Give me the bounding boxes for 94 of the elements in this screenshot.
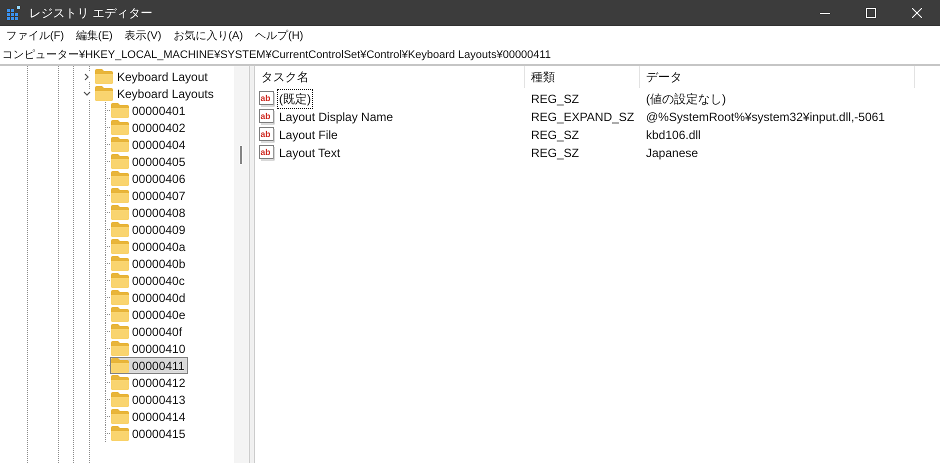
folder-icon: [111, 392, 129, 407]
tree-item-label: 0000040f: [132, 324, 182, 340]
folder-icon: [111, 426, 129, 441]
tree-item-label: 00000414: [132, 408, 186, 426]
tree-item-label: 0000040a: [132, 238, 186, 256]
window-title: レジストリ エディター: [29, 5, 152, 22]
folder-icon: [111, 171, 129, 186]
folder-icon: [95, 86, 113, 101]
folder-icon: [111, 120, 129, 135]
string-value-icon: ab: [259, 91, 275, 107]
registry-app-icon: [7, 6, 21, 20]
tree-item[interactable]: 00000405: [110, 153, 188, 170]
value-type: REG_SZ: [530, 91, 580, 108]
folder-icon: [111, 324, 129, 339]
tree-item-label: 00000406: [132, 170, 186, 188]
tree-item[interactable]: 00000401: [110, 102, 188, 119]
tree-item[interactable]: 00000406: [110, 170, 188, 187]
value-data: kbd106.dll: [645, 127, 702, 144]
folder-icon: [111, 307, 129, 322]
value-type: REG_EXPAND_SZ: [530, 109, 636, 126]
menu-item[interactable]: 編集(E): [70, 28, 119, 44]
column-header[interactable]: 種類: [525, 66, 640, 88]
tree-item-label: 00000413: [132, 392, 186, 408]
tree-item[interactable]: 00000402: [110, 119, 188, 136]
tree-item[interactable]: Keyboard Layouts: [116, 84, 215, 102]
folder-icon: [111, 239, 129, 254]
tree-item-label: 00000401: [132, 102, 186, 120]
folder-icon: [111, 273, 129, 288]
tree-item-label: 00000402: [132, 120, 186, 136]
folder-icon: [111, 409, 129, 424]
value-type: REG_SZ: [530, 127, 580, 144]
tree-item-label: 0000040d: [132, 290, 186, 306]
tree-item-label: 00000409: [132, 222, 186, 238]
tree-item[interactable]: 0000040f: [110, 323, 186, 340]
tree-item-label: 00000411: [132, 358, 184, 374]
tree-item[interactable]: 00000413: [110, 391, 188, 408]
tree-item[interactable]: 00000408: [110, 204, 188, 221]
tree-item[interactable]: Keyboard Layout: [116, 68, 209, 86]
maximize-icon: [866, 8, 876, 18]
tree-item[interactable]: 00000409: [110, 221, 188, 238]
folder-icon: [111, 341, 129, 356]
tree-item-label: 00000415: [132, 426, 186, 442]
column-header[interactable]: データ: [640, 66, 915, 88]
tree-item[interactable]: 00000412: [110, 374, 188, 391]
tree-item[interactable]: 0000040e: [110, 306, 188, 323]
tree-item-label: 00000408: [132, 204, 186, 222]
tree-item-label: 00000404: [132, 136, 186, 154]
tree-item[interactable]: 00000407: [110, 187, 188, 204]
folder-icon: [111, 137, 129, 152]
folder-icon: [111, 375, 129, 390]
tree-item-label: 0000040e: [132, 306, 186, 324]
folder-icon: [111, 358, 129, 373]
value-name[interactable]: Layout Display Name: [277, 107, 396, 127]
scrollbar-thumb[interactable]: [240, 146, 242, 164]
value-name[interactable]: Layout Text: [277, 143, 342, 163]
value-type: REG_SZ: [530, 145, 580, 162]
folder-icon: [111, 154, 129, 169]
tree-item[interactable]: 0000040a: [110, 238, 188, 255]
folder-icon: [111, 256, 129, 271]
folder-icon: [95, 69, 113, 84]
string-value-icon: ab: [259, 109, 275, 125]
tree-item-label: 00000405: [132, 154, 186, 170]
folder-icon: [111, 188, 129, 203]
folder-icon: [111, 205, 129, 220]
menu-item[interactable]: ヘルプ(H): [249, 28, 310, 44]
folder-icon: [111, 222, 129, 237]
close-icon: [912, 8, 922, 18]
value-name[interactable]: (既定): [277, 89, 313, 109]
minimize-icon: [820, 12, 830, 14]
tree-item[interactable]: 00000404: [110, 136, 188, 153]
string-value-icon: ab: [259, 127, 275, 143]
value-data: @%SystemRoot%¥system32¥input.dll,-5061: [645, 109, 886, 126]
tree-item-label: 0000040c: [132, 272, 185, 290]
value-data: (値の設定なし): [645, 91, 727, 108]
tree-item-label: 0000040b: [132, 256, 186, 272]
tree-item[interactable]: 0000040c: [110, 272, 188, 289]
column-header[interactable]: タスク名: [255, 66, 525, 88]
tree-item-label: 00000412: [132, 374, 186, 392]
tree-item[interactable]: 00000411: [110, 357, 188, 374]
value-data: Japanese: [645, 145, 700, 162]
menu-item[interactable]: お気に入り(A): [167, 28, 250, 44]
tree-item[interactable]: 0000040b: [110, 255, 188, 272]
folder-icon: [111, 103, 129, 118]
tree-item-label: 00000410: [132, 340, 186, 358]
value-name[interactable]: Layout File: [277, 125, 340, 145]
folder-icon: [111, 290, 129, 305]
tree-item[interactable]: 00000414: [110, 408, 188, 425]
tree-item-label: 00000407: [132, 188, 186, 204]
tree-item[interactable]: 00000415: [110, 425, 188, 442]
string-value-icon: ab: [259, 145, 275, 161]
tree-item[interactable]: 00000410: [110, 340, 188, 357]
tree-item[interactable]: 0000040d: [110, 289, 188, 306]
menu-item[interactable]: 表示(V): [118, 28, 168, 44]
menu-item[interactable]: ファイル(F): [0, 28, 70, 44]
